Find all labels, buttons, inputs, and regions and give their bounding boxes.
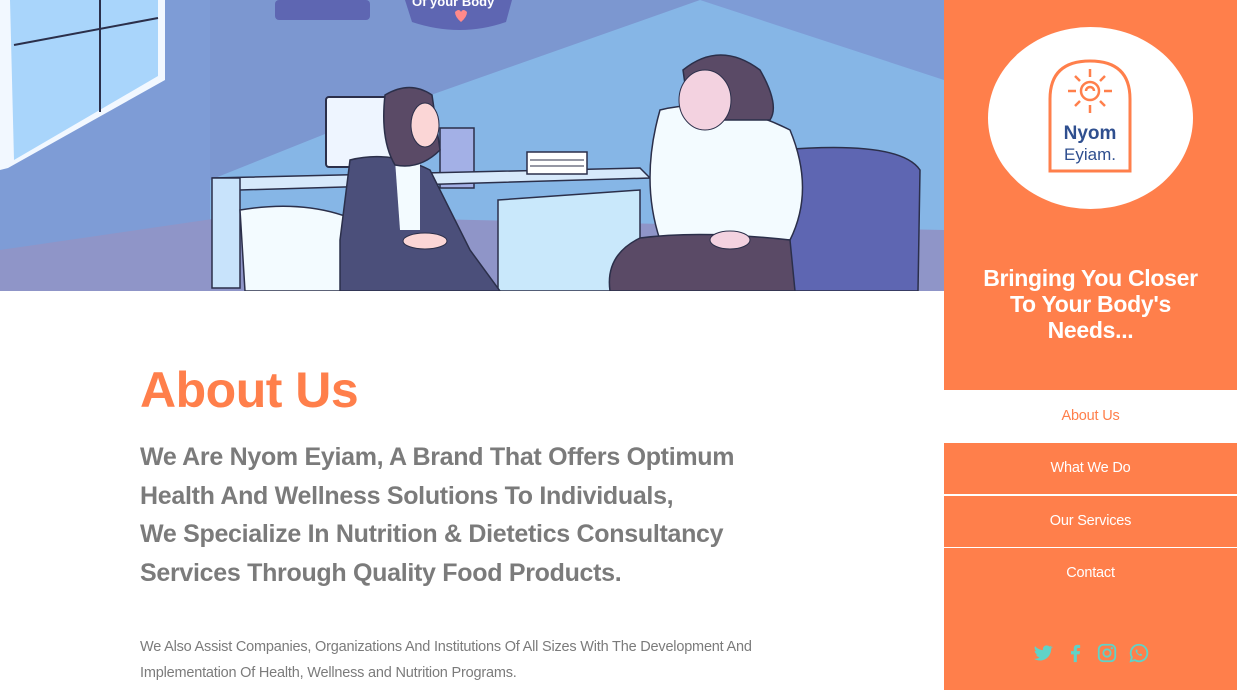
brand-logo[interactable]: Nyom Eyiam. [988,27,1193,209]
social-links [1032,642,1152,664]
about-body-line: We Also Assist Companies, Organizations … [140,639,752,655]
whatsapp-icon[interactable] [1128,642,1150,664]
about-title: About Us [140,362,359,418]
tagline-line: Bringing You Closer [983,265,1198,291]
sidebar-header: Nyom Eyiam. Bringing You Closer To Your … [944,0,1237,390]
hero-illustration: Of your Body [0,0,944,291]
about-section: About Us We Are Nyom Eyiam, A Brand That… [0,291,944,690]
nav-what-we-do[interactable]: What We Do [944,443,1237,494]
nav-our-services[interactable]: Our Services [944,496,1237,547]
nav-about-us[interactable]: About Us [944,390,1237,442]
twitter-icon[interactable] [1032,642,1054,664]
sidebar: Nyom Eyiam. Bringing You Closer To Your … [944,0,1237,690]
tagline: Bringing You Closer To Your Body's Needs… [964,265,1217,343]
tagline-line: To Your Body's [1009,291,1171,317]
poster-text: Of your Body [412,0,495,9]
instagram-icon[interactable] [1096,642,1118,664]
about-lead-line: Services Through Quality Food Products. [140,558,622,587]
tagline-line: Needs... [1047,317,1134,343]
about-lead-line: We Specialize In Nutrition & Dietetics C… [140,520,724,548]
about-lead-line: Health And Wellness Solutions To Individ… [140,481,674,510]
nav-contact[interactable]: Contact [944,548,1237,598]
about-lead-line: We Are Nyom Eyiam, A Brand That Offers O… [140,443,735,471]
about-body: We Also Assist Companies, Organizations … [140,634,800,686]
logo-text-line2: Eyiam. [1064,145,1116,164]
sun-arch-logo-icon: Nyom Eyiam. [1048,59,1132,173]
sidebar-footer [944,598,1237,690]
facebook-icon[interactable] [1064,642,1086,664]
about-lead: We Are Nyom Eyiam, A Brand That Offers O… [140,438,780,592]
logo-text-line1: Nyom [1064,123,1117,144]
about-body-line: Implementation Of Health, Wellness and N… [140,665,517,681]
